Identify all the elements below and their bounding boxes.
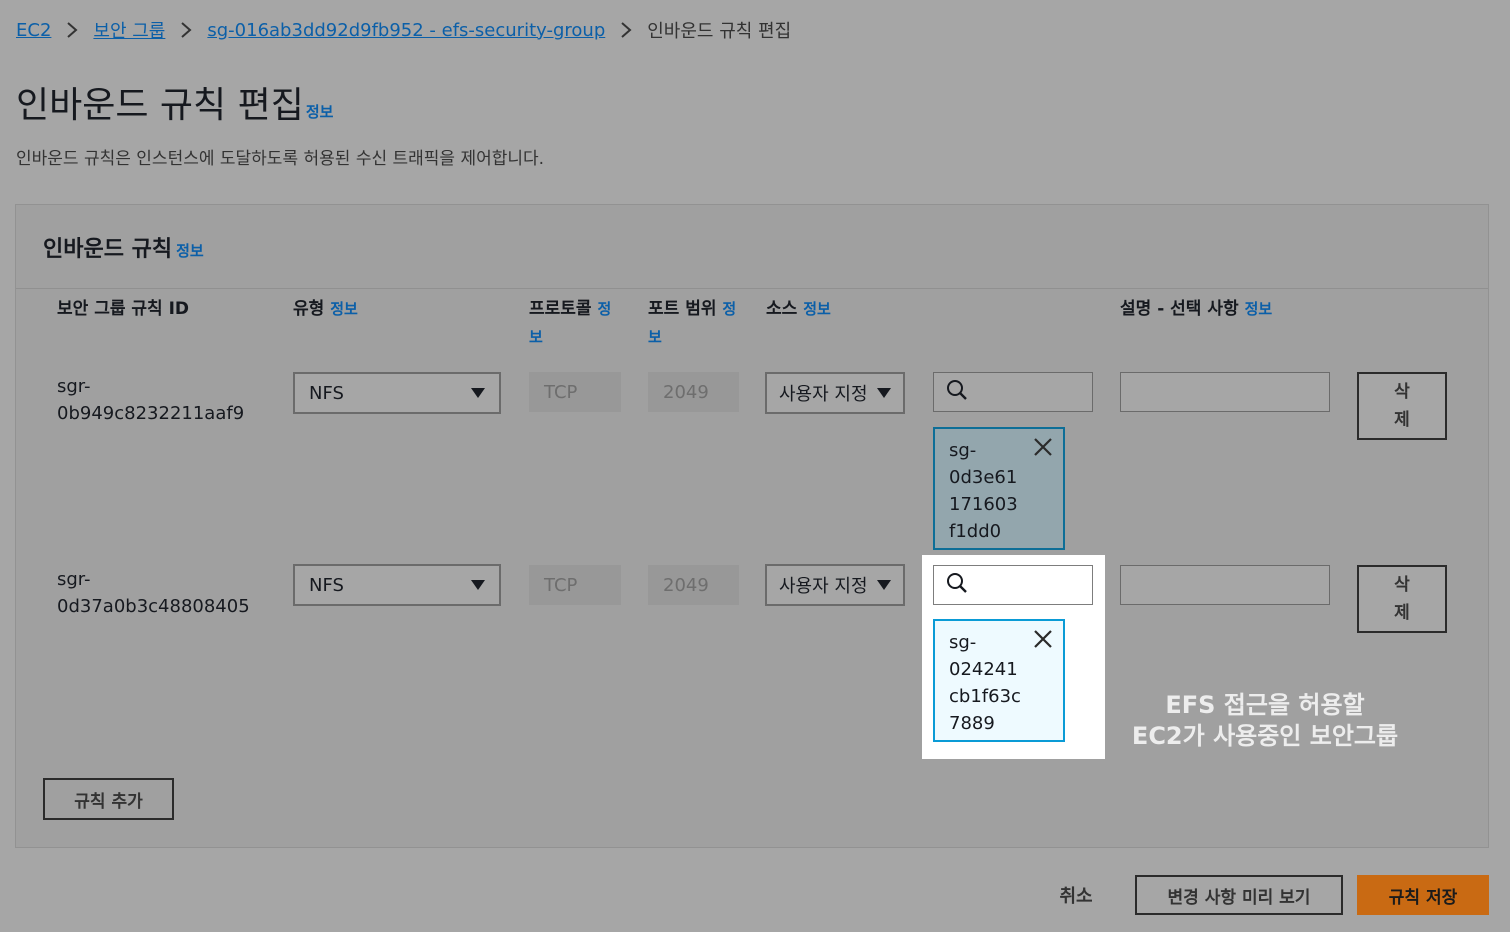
chevron-right-icon <box>66 21 78 39</box>
annotation-text: EFS 접근을 허용할 EC2가 사용중인 보안그룹 <box>1105 690 1425 752</box>
page-title: 인바운드 규칙 편집 정보 <box>16 76 333 128</box>
save-rules-button[interactable]: 규칙 저장 <box>1357 875 1489 915</box>
column-header-description-label: 설명 - 선택 사항 <box>1120 299 1239 319</box>
column-header-source-label: 소스 <box>766 299 798 319</box>
token-line: sg- <box>949 440 977 461</box>
column-header-description: 설명 - 선택 사항 정보 <box>1120 295 1272 323</box>
row-2-type-select[interactable]: NFS <box>293 564 501 606</box>
panel-title: 인바운드 규칙 정보 <box>43 231 204 263</box>
token-line: f1dd0 <box>949 521 1002 542</box>
caret-down-icon <box>471 576 485 595</box>
row-1-port-field: 2049 <box>648 372 739 412</box>
search-icon <box>946 379 968 405</box>
panel-header: 인바운드 규칙 정보 <box>16 205 1488 289</box>
row-2-source-token: sg- 024241 cb1f63c 7889 <box>933 619 1065 742</box>
rule-id-prefix: sgr- <box>57 376 91 397</box>
cancel-button[interactable]: 취소 <box>1040 876 1112 914</box>
search-icon <box>946 572 968 598</box>
breadcrumb-security-group-link[interactable]: sg-016ab3dd92d9fb952 - efs-security-grou… <box>207 20 605 41</box>
delete-label-1: 삭 <box>1394 575 1410 595</box>
annotation-line-2: EC2가 사용중인 보안그룹 <box>1131 722 1399 750</box>
protocol-info-link-2[interactable]: 보 <box>529 328 543 346</box>
row-1-type-value: NFS <box>309 382 344 404</box>
row-1-protocol-field: TCP <box>529 372 621 412</box>
row-1-delete-button[interactable]: 삭제 <box>1357 372 1447 440</box>
column-header-port-label: 포트 범위 <box>648 299 717 319</box>
row-2-type-value: NFS <box>309 574 344 596</box>
token-line: 0d3e61 <box>949 467 1018 488</box>
highlighted-source-area: sg- 024241 cb1f63c 7889 <box>922 555 1105 759</box>
column-header-protocol: 프로토콜 정 보 <box>529 295 611 351</box>
panel-title-text: 인바운드 규칙 <box>43 237 173 262</box>
column-header-rule-id: 보안 그룹 규칙 ID <box>57 299 190 319</box>
rule-id-prefix: sgr- <box>57 569 91 590</box>
panel-info-link[interactable]: 정보 <box>176 242 204 260</box>
type-info-link[interactable]: 정보 <box>330 300 358 318</box>
breadcrumb-ec2-link[interactable]: EC2 <box>16 20 51 41</box>
chevron-right-icon <box>180 21 192 39</box>
row-2-port-field: 2049 <box>648 565 739 605</box>
row-1-source-value: 사용자 지정 <box>779 384 868 405</box>
token-line: 7889 <box>949 713 995 734</box>
breadcrumb: EC2 보안 그룹 sg-016ab3dd92d9fb952 - efs-sec… <box>16 16 791 44</box>
column-header-port-range: 포트 범위 정 보 <box>648 295 736 351</box>
row-2-source-value: 사용자 지정 <box>779 576 868 597</box>
token-line: sg- <box>949 632 977 653</box>
column-header-protocol-label: 프로토콜 <box>529 299 592 319</box>
rule-id-value: 0b949c8232211aaf9 <box>57 403 245 424</box>
chevron-right-icon <box>620 21 632 39</box>
close-icon[interactable] <box>1033 629 1053 649</box>
caret-down-icon <box>877 576 891 595</box>
token-line: 171603 <box>949 494 1018 515</box>
page-info-link[interactable]: 정보 <box>306 103 334 121</box>
caret-down-icon <box>471 384 485 403</box>
delete-label-2: 제 <box>1394 410 1410 430</box>
column-header-type: 유형 정보 <box>293 295 358 323</box>
description-info-link[interactable]: 정보 <box>1245 300 1273 318</box>
caret-down-icon <box>877 384 891 403</box>
row-2-protocol-field: TCP <box>529 565 621 605</box>
page-title-text: 인바운드 규칙 편집 <box>16 85 304 126</box>
token-line: cb1f63c <box>949 686 1021 707</box>
row-1-description-input[interactable] <box>1120 372 1330 412</box>
row-1-source-select[interactable]: 사용자 지정 <box>765 372 905 414</box>
row-1-source-token: sg- 0d3e61 171603 f1dd0 <box>933 427 1065 550</box>
column-header-type-label: 유형 <box>293 299 325 319</box>
row-2-source-search-input[interactable] <box>933 565 1093 605</box>
breadcrumb-current: 인바운드 규칙 편집 <box>647 21 792 42</box>
column-header-source: 소스 정보 <box>766 295 831 323</box>
add-rule-button[interactable]: 규칙 추가 <box>43 778 174 820</box>
protocol-info-link-1[interactable]: 정 <box>597 300 611 318</box>
row-2-source-select[interactable]: 사용자 지정 <box>765 564 905 606</box>
table-row-2-rule-id: sgr- 0d37a0b3c48808405 <box>57 566 250 620</box>
delete-label-2: 제 <box>1394 603 1410 623</box>
delete-label-1: 삭 <box>1394 382 1410 402</box>
rule-id-value: 0d37a0b3c48808405 <box>57 596 250 617</box>
port-info-link-2[interactable]: 보 <box>648 328 662 346</box>
source-info-link[interactable]: 정보 <box>803 300 831 318</box>
annotation-line-1: EFS 접근을 허용할 <box>1165 691 1365 719</box>
table-row-1-rule-id: sgr- 0b949c8232211aaf9 <box>57 373 244 427</box>
row-2-description-input[interactable] <box>1120 565 1330 605</box>
token-line: 024241 <box>949 659 1018 680</box>
row-2-delete-button[interactable]: 삭제 <box>1357 565 1447 633</box>
preview-changes-button[interactable]: 변경 사항 미리 보기 <box>1135 875 1343 915</box>
close-icon[interactable] <box>1033 437 1053 457</box>
page-description: 인바운드 규칙은 인스턴스에 도달하도록 허용된 수신 트래픽을 제어합니다. <box>16 149 545 169</box>
port-info-link-1[interactable]: 정 <box>722 300 736 318</box>
row-1-type-select[interactable]: NFS <box>293 372 501 414</box>
row-1-source-search-input[interactable] <box>933 372 1093 412</box>
breadcrumb-security-groups-link[interactable]: 보안 그룹 <box>93 17 165 43</box>
